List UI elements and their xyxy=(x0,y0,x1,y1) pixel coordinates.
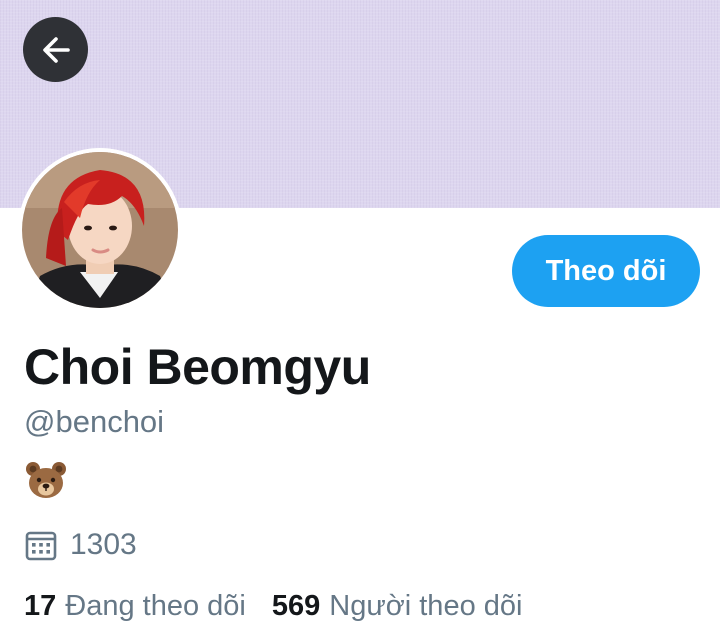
bear-face-icon xyxy=(26,462,66,498)
followers-link[interactable]: 569 Người theo dõi xyxy=(272,590,523,623)
profile-stats: 17 Đang theo dõi 569 Người theo dõi xyxy=(24,586,522,626)
followers-count: 569 xyxy=(271,589,321,622)
followers-label: Người theo dõi xyxy=(329,589,523,622)
following-link[interactable]: 17 Đang theo dõi xyxy=(24,590,246,623)
follow-button[interactable]: Theo dõi xyxy=(512,235,700,307)
joined-value: 1303 xyxy=(70,528,137,561)
joined-date: 1303 xyxy=(24,525,137,565)
follow-button-label: Theo dõi xyxy=(545,254,667,287)
arrow-left-icon xyxy=(42,36,70,63)
avatar[interactable] xyxy=(18,148,182,312)
username-handle: @benchoi xyxy=(24,404,165,439)
back-button[interactable] xyxy=(23,17,88,82)
profile-bio xyxy=(24,458,68,502)
following-count: 17 xyxy=(24,589,57,622)
display-name: Choi Beomgyu xyxy=(24,339,371,395)
following-label: Đang theo dõi xyxy=(65,589,246,622)
avatar-photo xyxy=(18,148,182,312)
calendar-icon xyxy=(25,531,57,561)
